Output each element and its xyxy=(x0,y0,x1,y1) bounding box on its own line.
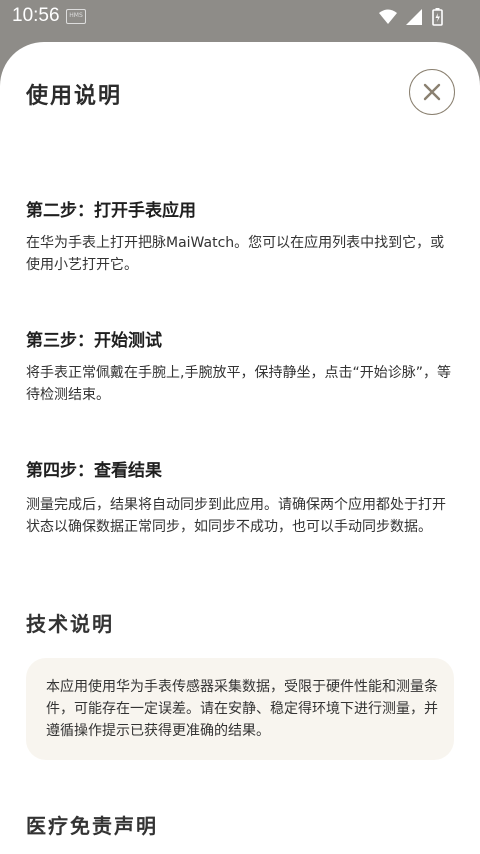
step-four-title: 第四步：查看结果 xyxy=(26,461,162,481)
status-time: 10:56 xyxy=(12,5,60,26)
sheet-title: 使用说明 xyxy=(26,83,123,109)
wifi-icon xyxy=(379,9,397,24)
battery-icon xyxy=(432,8,443,26)
instructions-sheet: 使用说明 第二步：打开手表应用 在华为手表上打开把脉MaiWatch。您可以在应… xyxy=(0,42,480,854)
tech-section-title: 技术说明 xyxy=(26,612,114,636)
status-bar: 10:56 HMS xyxy=(0,0,480,34)
step-two-title: 第二步：打开手表应用 xyxy=(26,201,196,221)
disclaimer-section-title: 医疗免责声明 xyxy=(26,814,158,838)
signal-icon xyxy=(406,9,422,25)
step-three-title: 第三步：开始测试 xyxy=(26,331,162,351)
close-button[interactable] xyxy=(409,69,455,115)
step-four-body: 测量完成后，结果将自动同步到此应用。请确保两个应用都处于打开状态以确保数据正常同… xyxy=(26,497,446,535)
step-three-body: 将手表正常佩戴在手腕上,手腕放平，保持静坐，点击“开始诊脉”，等待检测结束。 xyxy=(26,365,451,403)
step-two-body: 在华为手表上打开把脉MaiWatch。您可以在应用列表中找到它，或使用小艺打开它… xyxy=(26,235,445,273)
hms-badge-icon: HMS xyxy=(66,9,86,24)
close-icon xyxy=(423,83,441,101)
status-icons xyxy=(379,8,443,26)
tech-note-text: 本应用使用华为手表传感器采集数据，受限于硬件性能和测量条件，可能存在一定误差。请… xyxy=(46,679,438,739)
tech-note-card: 本应用使用华为手表传感器采集数据，受限于硬件性能和测量条件，可能存在一定误差。请… xyxy=(26,658,454,760)
